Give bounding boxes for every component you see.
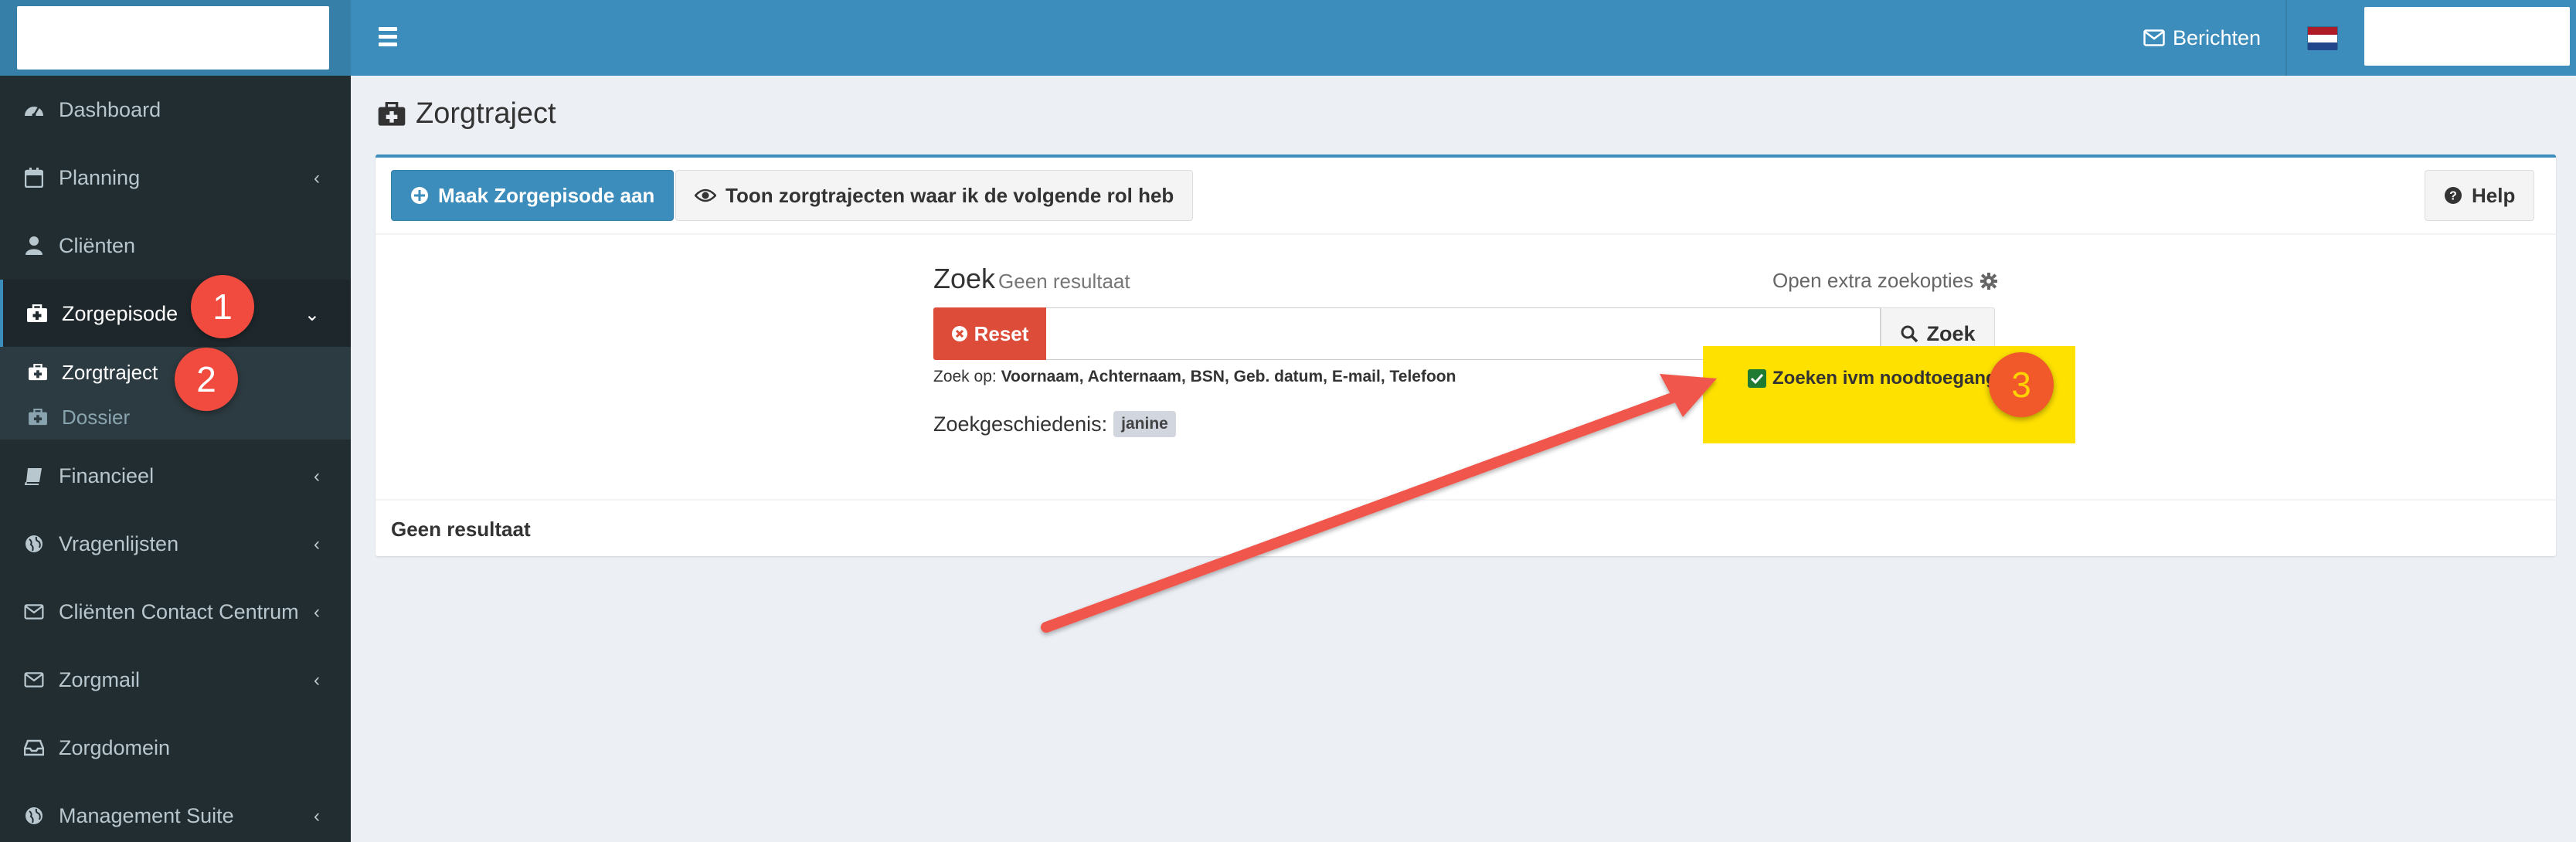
sidebar-item-clienten[interactable]: Cliënten	[0, 212, 351, 280]
open-extra-label: Open extra zoekopties	[1772, 269, 1974, 292]
calendar-icon	[23, 167, 45, 188]
emergency-access-checkbox-row[interactable]: Zoeken ivm noodtoegang	[1748, 368, 1997, 389]
sidebar-item-label: Dashboard	[59, 97, 161, 121]
sidebar: Dashboard Planning ‹ Cliënten Zorgepisod…	[0, 76, 351, 842]
search-title: Zoek Geen resultaat	[933, 263, 1130, 295]
chevron-left-icon: ‹	[314, 168, 320, 188]
globe-icon	[23, 805, 45, 827]
search-history-label: Zoekgeschiedenis:	[933, 412, 1108, 436]
sidebar-submenu: Zorgtraject Dossier	[0, 347, 351, 440]
chevron-left-icon: ‹	[314, 602, 320, 623]
logo-area	[0, 0, 351, 76]
sidebar-item-dashboard[interactable]: Dashboard	[0, 76, 351, 144]
show-button-label: Toon zorgtrajecten waar ik de volgende r…	[726, 183, 1174, 207]
sidebar-item-zorgmail[interactable]: Zorgmail ‹	[0, 646, 351, 714]
chevron-left-icon: ‹	[314, 670, 320, 691]
sidebar-item-vragenlijsten[interactable]: Vragenlijsten ‹	[0, 510, 351, 578]
help-button-label: Help	[2472, 183, 2516, 207]
eye-icon	[695, 188, 716, 202]
help-button[interactable]: ? Help	[2425, 170, 2535, 221]
create-zorgepisode-button[interactable]: Maak Zorgepisode aan	[391, 170, 675, 221]
search-hint-prefix: Zoek op:	[933, 368, 997, 385]
sidebar-item-label: Cliënten Contact Centrum	[59, 599, 299, 623]
sidebar-item-label: Management Suite	[59, 803, 234, 827]
show-role-trajects-button[interactable]: Toon zorgtrajecten waar ik de volgende r…	[675, 170, 1194, 221]
plus-circle-icon	[411, 187, 428, 204]
sidebar-item-zorgepisode[interactable]: Zorgepisode ⌄	[0, 280, 351, 348]
search-hint-fields: Voornaam, Achternaam, BSN, Geb. datum, E…	[1001, 368, 1456, 385]
result-text: Geen resultaat	[391, 518, 531, 541]
medkit-icon	[26, 303, 48, 324]
medkit-icon	[378, 101, 406, 126]
sidebar-item-financieel[interactable]: Financieel ‹	[0, 442, 351, 510]
messages-label: Berichten	[2173, 25, 2262, 49]
open-extra-search-options[interactable]: Open extra zoekopties	[1772, 269, 1998, 293]
annotation-badge-1: 1	[191, 275, 254, 338]
envelope-icon	[23, 601, 45, 623]
medkit-icon	[28, 406, 49, 428]
chevron-down-icon: ⌄	[304, 304, 320, 325]
emergency-access-checkbox[interactable]	[1748, 369, 1766, 388]
sidebar-item-label: Zorgepisode	[62, 301, 178, 325]
user-menu[interactable]	[2364, 7, 2570, 66]
reset-button[interactable]: Reset	[933, 307, 1046, 360]
inbox-icon	[23, 737, 45, 759]
sidebar-item-label: Zorgdomein	[59, 735, 171, 759]
sidebar-item-label: Zorgmail	[59, 667, 141, 691]
logo[interactable]	[17, 6, 329, 70]
gear-icon	[1980, 272, 1998, 290]
chevron-left-icon: ‹	[314, 806, 320, 827]
envelope-icon	[2143, 29, 2165, 46]
top-navbar: Berichten	[351, 0, 2576, 76]
sidebar-item-label: Cliënten	[59, 233, 136, 257]
language-flag-icon[interactable]	[2307, 26, 2338, 50]
search-hint: Zoek op: Voornaam, Achternaam, BSN, Geb.…	[933, 368, 1456, 386]
search-button-label: Zoek	[1926, 321, 1976, 345]
page-title: Zorgtraject	[377, 97, 556, 131]
dashboard-icon	[23, 99, 45, 121]
question-circle-icon: ?	[2445, 187, 2462, 204]
search-icon	[1901, 325, 1918, 343]
divider	[376, 499, 2556, 501]
search-history-tag[interactable]: janine	[1113, 411, 1176, 437]
emergency-access-label: Zoeken ivm noodtoegang	[1772, 368, 1997, 389]
chevron-left-icon: ‹	[314, 534, 320, 555]
svg-text:?: ?	[2449, 190, 2457, 203]
checkmark-icon	[1750, 373, 1764, 385]
search-subtitle: Geen resultaat	[998, 270, 1130, 293]
sidebar-item-zorgdomein[interactable]: Zorgdomein	[0, 714, 351, 782]
sidebar-subitem-label: Zorgtraject	[62, 360, 158, 384]
close-circle-icon	[951, 326, 967, 341]
sidebar-item-label: Vragenlijsten	[59, 531, 179, 555]
page-title-text: Zorgtraject	[416, 97, 556, 130]
create-button-label: Maak Zorgepisode aan	[438, 183, 655, 207]
reset-label: Reset	[974, 321, 1029, 345]
annotation-badge-2: 2	[175, 348, 238, 411]
navbar-divider	[2285, 0, 2287, 76]
divider	[376, 233, 2556, 235]
sidebar-subitem-dossier[interactable]: Dossier	[0, 395, 351, 440]
annotation-badge-3: 3	[1989, 352, 2054, 417]
book-icon	[23, 465, 45, 487]
search-title-text: Zoek	[933, 263, 996, 294]
globe-icon	[23, 533, 45, 555]
sidebar-subitem-label: Dossier	[62, 405, 131, 429]
sidebar-item-management-suite[interactable]: Management Suite ‹	[0, 782, 351, 842]
search-box: Maak Zorgepisode aan Toon zorgtrajecten …	[376, 154, 2556, 556]
sidebar-item-label: Planning	[59, 165, 141, 189]
user-icon	[23, 235, 45, 256]
menu-toggle-icon[interactable]	[374, 23, 402, 51]
search-history: Zoekgeschiedenis: janine	[933, 411, 1176, 437]
chevron-left-icon: ‹	[314, 466, 320, 487]
sidebar-item-planning[interactable]: Planning ‹	[0, 144, 351, 212]
medkit-icon	[28, 362, 49, 383]
envelope-icon	[23, 669, 45, 691]
sidebar-item-label: Financieel	[59, 463, 155, 487]
messages-link[interactable]: Berichten	[2143, 0, 2261, 76]
sidebar-item-clienten-contact-centrum[interactable]: Cliënten Contact Centrum ‹	[0, 578, 351, 646]
